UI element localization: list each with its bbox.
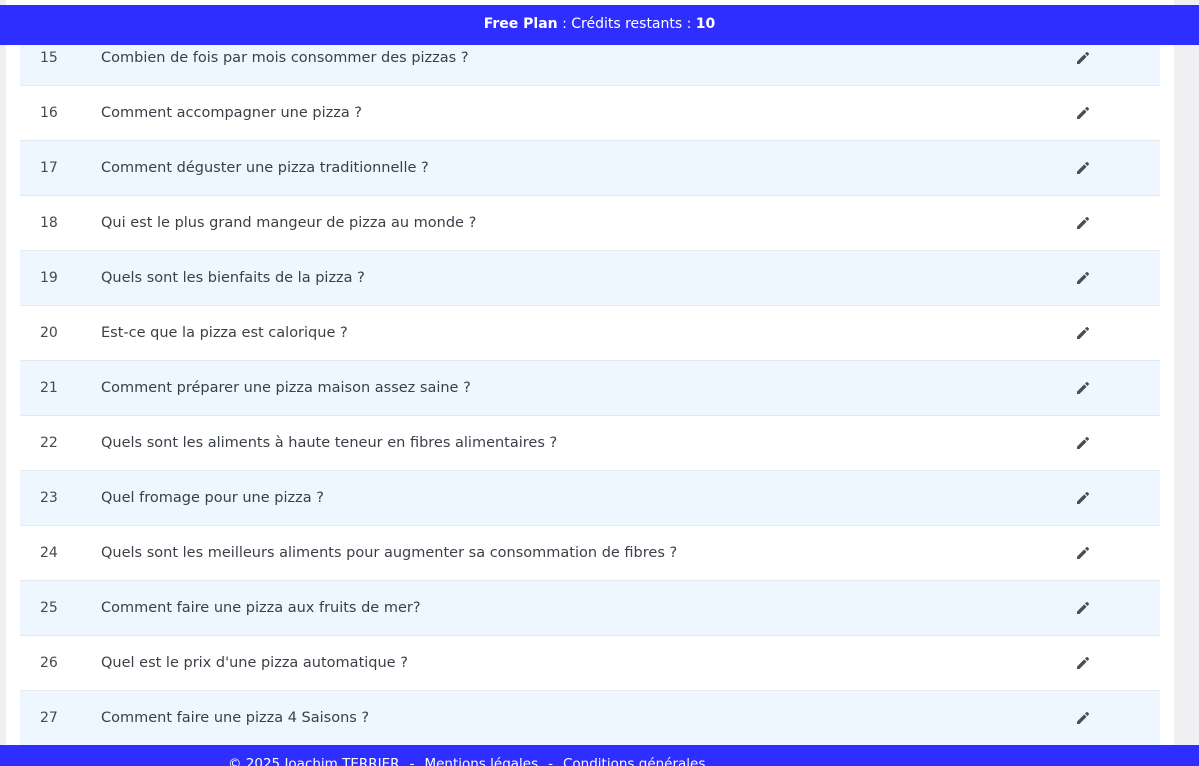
question-text: Quels sont les bienfaits de la pizza ?: [101, 270, 365, 286]
plan-credits-label: : Crédits restants :: [557, 16, 696, 32]
row-number: 16: [40, 105, 58, 121]
row-number: 25: [40, 600, 58, 616]
footer-legal-link[interactable]: Mentions légales: [424, 756, 538, 766]
table-row: 17 Comment déguster une pizza traditionne…: [20, 141, 1160, 196]
footer-separator: -: [548, 756, 553, 766]
pencil-edit-icon[interactable]: [1075, 50, 1091, 66]
question-text: Quels sont les meilleurs aliments pour a…: [101, 545, 678, 561]
table-row: 26 Quel est le prix d'une pizza automatiq…: [20, 636, 1160, 691]
table-row: 18 Qui est le plus grand mangeur de pizza…: [20, 196, 1160, 251]
question-text: Comment déguster une pizza traditionnell…: [101, 160, 429, 176]
table-row: 25 Comment faire une pizza aux fruits de …: [20, 581, 1160, 636]
footer-copyright: © 2025 Joachim TERRIER: [228, 756, 400, 766]
table-row: 20 Est-ce que la pizza est calorique ?: [20, 306, 1160, 361]
row-number: 19: [40, 270, 58, 286]
page: Free Plan : Crédits restants : 10 15 Comb…: [0, 0, 1199, 766]
table-row: 16 Comment accompagner une pizza ?: [20, 86, 1160, 141]
row-number: 18: [40, 215, 58, 231]
pencil-edit-icon[interactable]: [1075, 380, 1091, 396]
table-row: 21 Comment préparer une pizza maison asse…: [20, 361, 1160, 416]
row-number: 20: [40, 325, 58, 341]
table-row: 23 Quel fromage pour une pizza ?: [20, 471, 1160, 526]
footer: © 2025 Joachim TERRIER - Mentions légales -…: [0, 745, 1199, 766]
plan-name: Free Plan: [483, 16, 558, 32]
pencil-edit-icon[interactable]: [1075, 160, 1091, 176]
footer-separator: -: [409, 756, 415, 766]
pencil-edit-icon[interactable]: [1075, 710, 1091, 726]
question-text: Qui est le plus grand mangeur de pizza a…: [101, 215, 477, 231]
question-text: Est-ce que la pizza est calorique ?: [101, 325, 348, 341]
pencil-edit-icon[interactable]: [1075, 600, 1091, 616]
pencil-edit-icon[interactable]: [1075, 655, 1091, 671]
row-number: 24: [40, 545, 58, 561]
question-text: Quel est le prix d'une pizza automatique…: [101, 655, 408, 671]
row-number: 23: [40, 490, 58, 506]
questions-table: 15 Combien de fois par mois consommer des…: [20, 31, 1160, 746]
table-row: 24 Quels sont les meilleurs aliments pour…: [20, 526, 1160, 581]
question-text: Quels sont les aliments à haute teneur e…: [101, 435, 558, 451]
pencil-edit-icon[interactable]: [1075, 105, 1091, 121]
question-text: Comment accompagner une pizza ?: [101, 105, 363, 121]
question-text: Comment préparer une pizza maison assez …: [101, 380, 471, 396]
pencil-edit-icon[interactable]: [1075, 215, 1091, 231]
table-row: 27 Comment faire une pizza 4 Saisons ?: [20, 691, 1160, 746]
row-number: 17: [40, 160, 58, 176]
row-number: 21: [40, 380, 58, 396]
row-number: 27: [40, 710, 58, 726]
question-text: Quel fromage pour une pizza ?: [101, 490, 324, 506]
plan-banner: Free Plan : Crédits restants : 10: [0, 5, 1199, 45]
credits-count: 10: [695, 16, 716, 32]
footer-terms-link[interactable]: Conditions générales: [563, 756, 705, 766]
pencil-edit-icon[interactable]: [1075, 435, 1091, 451]
pencil-edit-icon[interactable]: [1075, 545, 1091, 561]
question-text: Comment faire une pizza 4 Saisons ?: [101, 710, 370, 726]
table-row: 22 Quels sont les aliments à haute teneur…: [20, 416, 1160, 471]
question-text: Comment faire une pizza aux fruits de me…: [101, 600, 421, 616]
pencil-edit-icon[interactable]: [1075, 325, 1091, 341]
table-row: 19 Quels sont les bienfaits de la pizza ?: [20, 251, 1160, 306]
row-number: 22: [40, 435, 58, 451]
pencil-edit-icon[interactable]: [1075, 270, 1091, 286]
pencil-edit-icon[interactable]: [1075, 490, 1091, 506]
row-number: 26: [40, 655, 58, 671]
